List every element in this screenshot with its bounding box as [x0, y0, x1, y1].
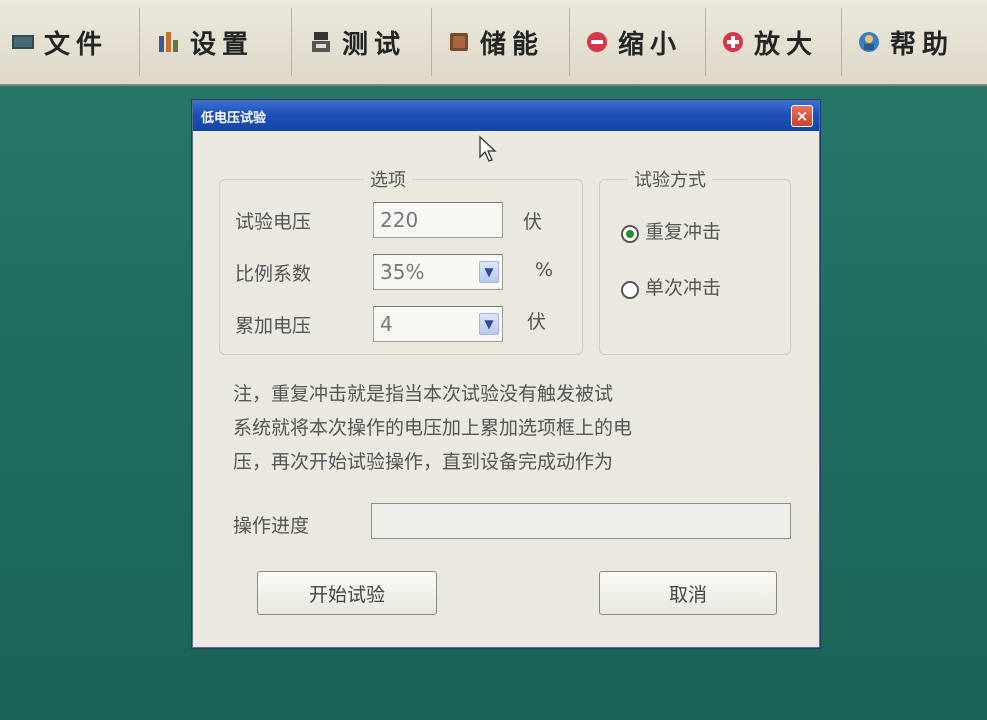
note-line: 系统就将本次操作的电压加上累加选项框上的电 [233, 417, 633, 439]
toolbar-settings-button[interactable]: 设置 [146, 8, 292, 76]
plus-circle-icon [720, 29, 746, 55]
low-voltage-test-dialog: 低电压试验 × 选项 试验电压 220 伏 比例系数 35% ▼ % 累加电压 … [192, 100, 820, 648]
toolbar-zoom-out-label: 缩小 [618, 29, 683, 60]
toolbar-test-label: 测试 [342, 29, 407, 60]
toolbar-zoom-out-button[interactable]: 缩小 [574, 8, 706, 76]
note-line: 注，重复冲击就是指当本次试验没有触发被试 [233, 383, 614, 405]
toolbar-storage-label: 储能 [480, 29, 545, 60]
toolbar-file-button[interactable]: 文件 [0, 8, 140, 76]
chevron-down-icon[interactable]: ▼ [479, 313, 499, 335]
accumulate-voltage-value: 4 [380, 312, 393, 336]
mouse-cursor-icon [479, 135, 497, 162]
accumulate-voltage-select[interactable]: 4 ▼ [373, 306, 503, 342]
toolbar-help-label: 帮助 [890, 29, 955, 60]
book-icon [446, 29, 472, 55]
toolbar-test-button[interactable]: 测试 [298, 8, 432, 76]
accumulate-voltage-label: 累加电压 [235, 315, 312, 337]
main-toolbar: 文件 设置 测试 储能 缩小 放大 帮助 [0, 0, 987, 86]
toolbar-zoom-in-label: 放大 [754, 29, 819, 60]
dialog-titlebar[interactable]: 低电压试验 [193, 101, 819, 131]
dialog-title: 低电压试验 [201, 110, 267, 126]
progress-bar [371, 503, 791, 539]
note-text: 注，重复冲击就是指当本次试验没有触发被试 系统就将本次操作的电压加上累加选项框上… [233, 377, 632, 479]
repeat-impact-label: 重复冲击 [645, 221, 722, 243]
toolbar-help-button[interactable]: 帮助 [846, 8, 987, 76]
cancel-button[interactable]: 取消 [599, 571, 777, 615]
note-line: 压，再次开始试验操作，直到设备完成动作为 [233, 451, 614, 473]
minus-circle-icon [584, 29, 610, 55]
start-test-button[interactable]: 开始试验 [257, 571, 437, 615]
screen-icon [10, 29, 36, 55]
test-voltage-label: 试验电压 [235, 211, 312, 233]
ratio-select[interactable]: 35% ▼ [373, 254, 503, 290]
options-group-title: 选项 [364, 166, 412, 192]
ratio-select-value: 35% [380, 260, 425, 284]
test-mode-group-title: 试验方式 [628, 166, 712, 192]
repeat-impact-radio[interactable] [621, 225, 639, 243]
chevron-down-icon[interactable]: ▼ [479, 261, 499, 283]
accumulate-voltage-unit: 伏 [527, 311, 547, 333]
toolbar-zoom-in-button[interactable]: 放大 [710, 8, 842, 76]
close-icon: × [795, 107, 809, 125]
progress-label: 操作进度 [233, 515, 310, 537]
single-impact-label: 单次冲击 [645, 277, 722, 299]
toolbar-settings-label: 设置 [190, 29, 255, 60]
test-mode-group: 试验方式 [599, 166, 791, 355]
test-icon [308, 29, 334, 55]
test-voltage-input[interactable]: 220 [373, 202, 503, 238]
ratio-unit: % [535, 259, 554, 281]
help-icon [856, 29, 882, 55]
settings-icon [156, 29, 182, 55]
toolbar-file-label: 文件 [44, 29, 109, 60]
toolbar-storage-button[interactable]: 储能 [436, 8, 570, 76]
ratio-label: 比例系数 [235, 263, 312, 285]
test-voltage-unit: 伏 [523, 211, 543, 233]
single-impact-radio[interactable] [621, 281, 639, 299]
close-button[interactable]: × [791, 105, 813, 127]
